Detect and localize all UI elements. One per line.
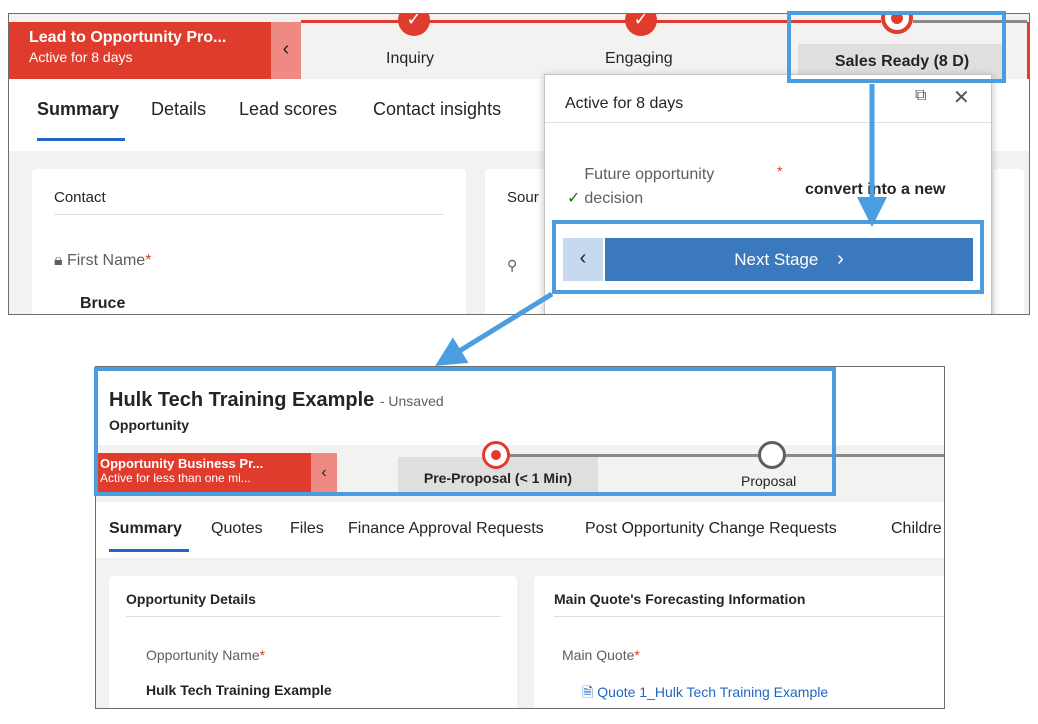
close-icon[interactable]: ✕ [953,85,970,110]
card-divider [554,616,944,617]
stage-engaging[interactable]: Engaging [605,50,673,68]
card-title: Main Quote's Forecasting Information [554,591,806,607]
main-quote-label: Main Quote* [562,647,640,663]
process-flag[interactable]: Lead to Opportunity Pro... Active for 8 … [9,22,271,79]
process-flag-title: Lead to Opportunity Pro... [29,29,227,46]
required-marker: * [777,163,783,179]
tab-files[interactable]: Files [290,520,324,538]
tab-post-opportunity-change-requests[interactable]: Post Opportunity Change Requests [585,520,837,538]
card-title: Contact [54,189,106,206]
check-icon[interactable]: ✓ [398,14,430,36]
opportunity-name-label-text: Opportunity Name [146,647,260,663]
active-tab-indicator [37,138,125,141]
main-quote-link[interactable]: 🗎︎ Quote 1_Hulk Tech Training Example [582,682,828,706]
tab-bar: Summary Quotes Files Finance Approval Re… [96,502,944,558]
tab-summary[interactable]: Summary [37,99,119,120]
flyout-header: Active for 8 days [565,95,684,112]
first-name-label-text: First Name [66,252,146,269]
first-name-value[interactable]: Bruce [80,295,125,313]
forecasting-card: Main Quote's Forecasting Information Mai… [534,576,944,708]
next-flag-edge [1027,22,1029,79]
active-tab-indicator [109,549,189,552]
main-quote-label-text: Main Quote [562,647,635,663]
opportunity-details-card: Opportunity Details Opportunity Name* Hu… [109,576,517,708]
tab-lead-scores[interactable]: Lead scores [239,99,337,120]
check-icon[interactable]: ✓ [625,14,657,36]
required-marker: * [634,647,640,663]
tab-children[interactable]: Childre [891,520,942,538]
tab-contact-insights[interactable]: Contact insights [373,99,501,120]
required-marker: * [145,252,152,269]
tab-summary[interactable]: Summary [109,520,182,538]
tab-finance-approval-requests[interactable]: Finance Approval Requests [348,520,544,538]
card-divider [126,616,501,617]
callout-box-sales-ready [787,11,1006,83]
key-icon: ⚲ [507,257,518,273]
step-future-opportunity[interactable]: ✓Future opportunity decision [567,163,754,211]
first-name-label: 🔒︎ First Name* [54,252,151,270]
check-icon: ✓ [567,190,581,207]
chevron-left-icon[interactable]: ‹ [271,22,301,79]
opportunity-name-value[interactable]: Hulk Tech Training Example [146,682,332,698]
tab-quotes[interactable]: Quotes [211,520,263,538]
step-note: convert into a new [805,181,946,198]
callout-box-next-stage [552,220,984,294]
lock-icon: 🔒︎ [54,252,63,269]
step-label: Future opportunity decision [584,166,715,207]
card-title: Opportunity Details [126,591,256,607]
pop-out-icon[interactable]: ⧉ [915,87,926,105]
quote-icon: 🗎︎ [582,684,594,700]
main-quote-value: Quote 1_Hulk Tech Training Example [597,684,829,700]
stage-inquiry[interactable]: Inquiry [386,50,434,68]
contact-card: Contact 🔒︎ First Name* Bruce [32,169,466,314]
flyout-divider [545,122,991,123]
callout-box-new-opportunity [94,367,836,496]
process-flag-subtitle: Active for 8 days [29,49,133,65]
card-divider [54,214,444,215]
opportunity-name-label: Opportunity Name* [146,647,265,663]
side-card [994,169,1024,314]
required-marker: * [259,647,266,663]
tab-details[interactable]: Details [151,99,206,120]
card-title: Sour [507,189,539,206]
